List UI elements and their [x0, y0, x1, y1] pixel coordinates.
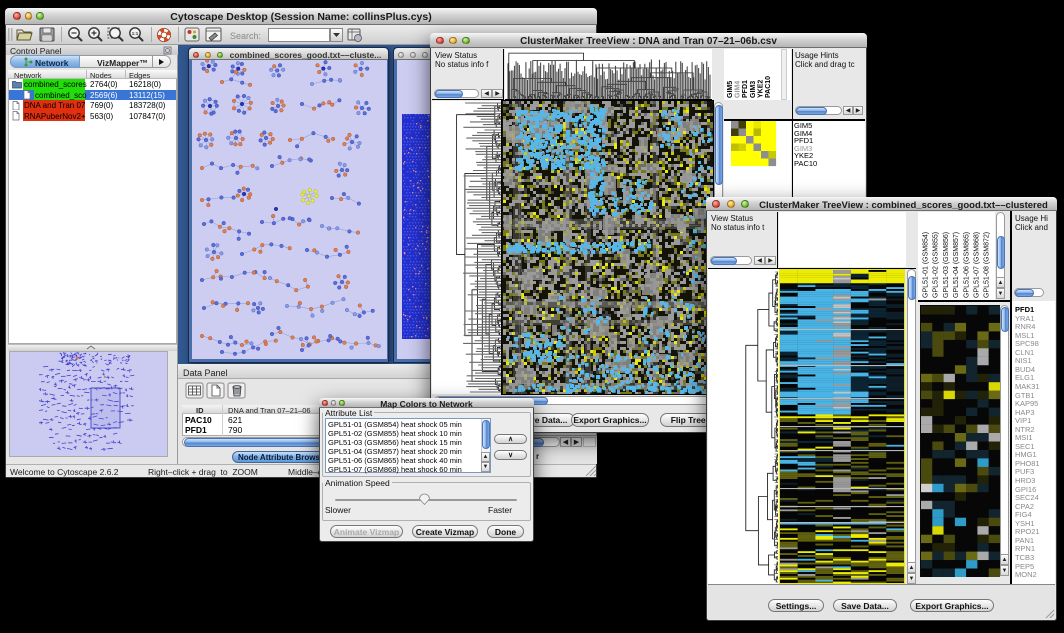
svg-text:YKE2: YKE2 — [757, 80, 764, 98]
svg-text:PFD1: PFD1 — [742, 80, 749, 98]
svg-text:GPL51-06 (GSM865): GPL51-06 (GSM865) — [963, 232, 970, 298]
svg-text:GPL51-04 (GSM857): GPL51-04 (GSM857) — [953, 232, 960, 298]
svg-text:GPL51-03 (GSM856): GPL51-03 (GSM856) — [943, 232, 950, 298]
svg-text:GPL51-07 (GSM868): GPL51-07 (GSM868) — [974, 232, 981, 298]
svg-text:PAC10: PAC10 — [765, 76, 772, 98]
svg-text:GPL51-02 (GSM855): GPL51-02 (GSM855) — [933, 232, 940, 298]
svg-text:GIM4: GIM4 — [735, 81, 742, 98]
svg-text:1:1: 1:1 — [132, 31, 139, 36]
svg-text:GPL51-08 (GSM872): GPL51-08 (GSM872) — [984, 232, 991, 298]
svg-text:GIM5: GIM5 — [727, 81, 734, 98]
svg-text:GIM3: GIM3 — [750, 81, 757, 98]
svg-text:GPL51-01 (GSM854): GPL51-01 (GSM854) — [923, 232, 930, 298]
